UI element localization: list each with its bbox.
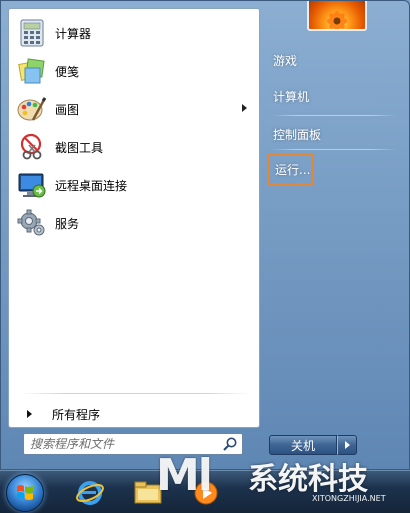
arrow-right-icon <box>27 410 32 418</box>
program-item-remote-desktop[interactable]: 远程桌面连接 <box>13 167 257 203</box>
start-menu: 计算器 便笺 画图 截图工具 远程桌面连接 服务 所有程序 搜索程序和文件 游戏… <box>0 0 410 470</box>
taskbar <box>0 470 410 513</box>
internet-explorer-icon <box>76 481 104 505</box>
right-item-label: 控制面板 <box>273 127 322 142</box>
calculator-icon <box>17 18 47 48</box>
program-item-calculator[interactable]: 计算器 <box>13 15 257 51</box>
right-item-label: 计算机 <box>273 89 310 104</box>
all-programs-label: 所有程序 <box>52 407 101 422</box>
media-player-icon <box>194 481 218 505</box>
divider <box>19 393 251 394</box>
search-box[interactable] <box>23 433 243 455</box>
program-label: 截图工具 <box>55 140 104 155</box>
program-item-paint[interactable]: 画图 <box>13 91 257 127</box>
flower-picture-icon <box>327 11 347 29</box>
sticky-notes-icon <box>17 56 47 86</box>
program-label: 画图 <box>55 102 80 117</box>
shutdown-button[interactable]: 关机 <box>269 435 337 455</box>
snipping-tool-icon <box>17 132 47 162</box>
right-item-label: 运行... <box>275 162 311 177</box>
shutdown-label: 关机 <box>290 438 315 453</box>
program-label: 远程桌面连接 <box>55 178 128 193</box>
program-item-snipping-tool[interactable]: 截图工具 <box>13 129 257 165</box>
user-account-picture[interactable] <box>307 1 367 31</box>
right-item-control-panel[interactable]: 控制面板 <box>267 121 397 147</box>
taskbar-internet-explorer[interactable] <box>66 475 114 511</box>
divider <box>271 115 397 116</box>
divider <box>271 149 397 150</box>
windows-start-orb-icon[interactable] <box>6 474 44 512</box>
search-icon[interactable] <box>222 436 238 452</box>
remote-desktop-icon <box>17 170 47 200</box>
right-item-label: 游戏 <box>273 53 298 68</box>
right-item-computer[interactable]: 计算机 <box>267 83 397 109</box>
file-explorer-folder-icon <box>134 481 162 504</box>
right-item-run[interactable]: 运行... <box>267 153 314 185</box>
program-label: 服务 <box>55 216 80 231</box>
paint-icon <box>17 94 47 124</box>
taskbar-media-player[interactable] <box>182 475 230 511</box>
program-item-sticky-notes[interactable]: 便笺 <box>13 53 257 89</box>
arrow-right-icon <box>344 441 350 449</box>
search-input[interactable] <box>30 436 216 452</box>
taskbar-file-explorer[interactable] <box>124 475 172 511</box>
program-item-services[interactable]: 服务 <box>13 205 257 241</box>
shutdown-options-button[interactable] <box>337 435 357 455</box>
all-programs-button[interactable]: 所有程序 <box>19 403 251 425</box>
submenu-arrow-icon[interactable] <box>242 104 247 112</box>
program-label: 计算器 <box>55 26 92 41</box>
program-label: 便笺 <box>55 64 80 79</box>
program-list-pane: 计算器 便笺 画图 截图工具 远程桌面连接 服务 所有程序 <box>8 8 260 428</box>
services-gear-icon <box>17 208 47 238</box>
right-item-games[interactable]: 游戏 <box>267 47 397 73</box>
